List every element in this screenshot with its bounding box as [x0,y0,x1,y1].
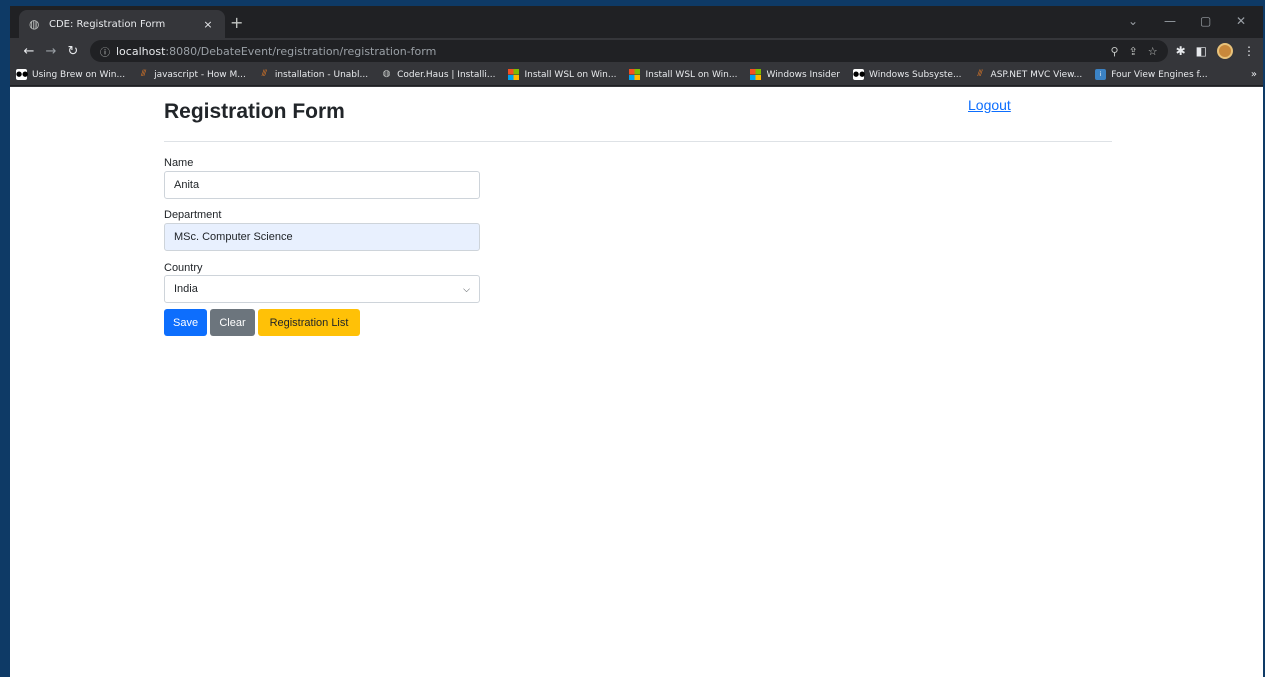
bookmark-item[interactable]: ⫻ javascript - How M... [138,69,246,80]
globe-icon: ◍ [29,17,40,31]
country-select[interactable]: India ⌵ [164,275,480,303]
bookmark-item[interactable]: ●● Using Brew on Win... [16,69,125,80]
globe-icon: ◍ [382,69,391,79]
bookmark-item[interactable]: ●● Windows Subsyste... [853,69,962,80]
forward-icon[interactable]: → [40,44,62,59]
browser-tab[interactable]: ◍ CDE: Registration Form × [19,10,225,38]
reload-icon[interactable]: ↻ [62,44,84,59]
medium-icon: ●● [853,69,866,80]
bookmark-star-icon[interactable]: ☆ [1148,45,1158,58]
bookmark-item[interactable]: i Four View Engines f... [1095,69,1208,80]
page-content: Registration Form Logout Name Anita Depa… [10,87,1263,677]
info-icon: i [1095,69,1107,80]
restore-icon[interactable]: ▢ [1200,14,1211,28]
chevron-down-icon: ⌵ [463,283,470,294]
tab-strip: ◍ CDE: Registration Form × + ⌄ — ▢ ✕ [10,6,1263,38]
side-panel-icon[interactable]: ◧ [1196,44,1207,58]
bookmark-item[interactable]: Windows Insider [750,69,840,80]
bookmark-label: Four View Engines f... [1111,69,1208,80]
microsoft-icon [508,69,520,80]
name-input-value: Anita [174,179,200,191]
bookmark-label: Install WSL on Win... [524,69,617,80]
site-info-icon[interactable]: ⓘ [100,44,110,59]
bookmark-label: Using Brew on Win... [32,69,126,80]
bookmark-item[interactable]: Install WSL on Win... [508,69,616,80]
zoom-icon[interactable]: ⚲ [1110,45,1118,58]
share-icon[interactable]: ⇪ [1129,45,1138,58]
stackoverflow-icon: ⫻ [140,69,147,79]
save-button[interactable]: Save [164,309,207,336]
tab-search-icon[interactable]: ⌄ [1128,14,1138,28]
microsoft-icon [750,69,762,80]
department-input-value: MSc. Computer Science [174,231,293,243]
bookmark-label: ASP.NET MVC View... [990,69,1083,80]
bookmark-label: javascript - How M... [154,69,246,80]
logout-link[interactable]: Logout [968,97,1011,113]
bookmarks-overflow-button[interactable]: » [1251,69,1257,80]
clear-button[interactable]: Clear [210,309,255,336]
microsoft-icon [629,69,641,80]
profile-avatar[interactable] [1217,43,1233,59]
new-tab-button[interactable]: + [230,15,243,31]
registration-list-button[interactable]: Registration List [258,309,360,336]
stackoverflow-icon: ⫻ [977,69,983,79]
bookmark-label: Coder.Haus | Installi... [397,69,496,80]
tab-title: CDE: Registration Form [49,18,166,30]
divider [164,141,1112,142]
bookmarks-bar: ●● Using Brew on Win... ⫻ javascript - How … [10,64,1263,86]
country-label: Country [164,262,203,274]
url-host: localhost [116,44,166,58]
menu-icon[interactable]: ⋮ [1243,44,1255,58]
back-icon[interactable]: ← [18,44,40,59]
browser-window: ◍ CDE: Registration Form × + ⌄ — ▢ ✕ ← →… [10,6,1263,677]
extensions-icon[interactable]: ✱ [1176,44,1186,58]
address-bar[interactable]: ⓘ localhost:8080/DebateEvent/registratio… [90,40,1168,62]
medium-icon: ●● [16,69,29,80]
bookmark-item[interactable]: ⫻ installation - Unabl... [259,69,368,80]
bookmark-item[interactable]: ◍ Coder.Haus | Installi... [381,69,496,80]
bookmark-item[interactable]: ⫻ ASP.NET MVC View... [975,69,1083,80]
bookmark-label: Windows Subsyste... [869,69,962,80]
bookmark-label: installation - Unabl... [274,69,369,80]
browser-toolbar: ← → ↻ ⓘ localhost:8080/DebateEvent/regis… [10,38,1263,64]
page-title: Registration Form [164,100,345,123]
stackoverflow-icon: ⫻ [261,69,267,79]
minimize-icon[interactable]: — [1164,14,1176,28]
name-label: Name [164,157,194,169]
department-label: Department [164,209,222,221]
bookmark-item[interactable]: Install WSL on Win... [629,69,737,80]
url-path: :8080/DebateEvent/registration/registrat… [165,44,437,58]
bookmark-label: Windows Insider [766,69,841,80]
country-select-value: India [174,283,198,295]
tab-close-button[interactable]: × [201,18,215,31]
name-input[interactable]: Anita [164,171,480,199]
close-window-icon[interactable]: ✕ [1236,14,1246,28]
bookmark-label: Install WSL on Win... [645,69,738,80]
department-input[interactable]: MSc. Computer Science [164,223,480,251]
